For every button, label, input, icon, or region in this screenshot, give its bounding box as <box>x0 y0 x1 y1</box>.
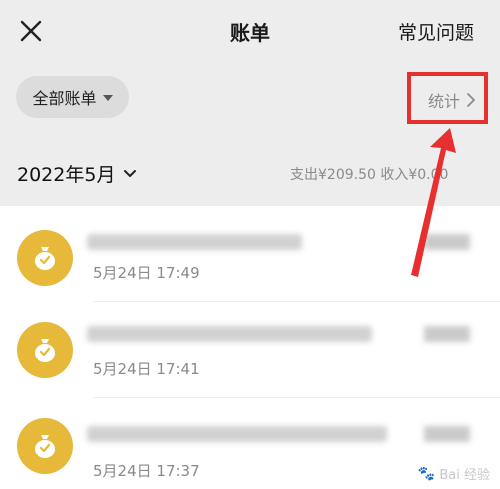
blurred-amount <box>424 234 470 250</box>
transaction-time: 5月24日 17:37 <box>93 462 200 480</box>
paw-icon: 🐾 <box>417 465 436 482</box>
caret-down-icon <box>102 95 113 101</box>
money-bag-icon <box>35 339 55 362</box>
transaction-avatar <box>17 322 73 378</box>
watermark-text: Bai 经验 <box>439 468 490 483</box>
chevron-down-icon <box>124 169 137 177</box>
transaction-time: 5月24日 17:49 <box>93 264 200 282</box>
transaction-list: 5月24日 17:49 5月24日 17:41 5月24日 17:37 <box>0 206 500 489</box>
filter-row: 全部账单 统计 <box>0 62 500 134</box>
bill-filter-dropdown[interactable]: 全部账单 <box>16 76 129 118</box>
transaction-item[interactable]: 5月24日 17:49 <box>0 206 500 302</box>
month-header: 2022年5月 支出¥209.50 收入¥0.00 <box>0 134 500 206</box>
transaction-item[interactable]: 5月24日 17:41 <box>0 302 500 398</box>
faq-link[interactable]: 常见问题 <box>398 18 474 45</box>
blurred-title <box>87 426 387 442</box>
money-bag-icon <box>35 435 55 458</box>
statistics-button[interactable]: 统计 <box>428 88 476 112</box>
transaction-avatar <box>17 418 73 474</box>
blurred-amount <box>424 326 470 342</box>
top-bar: 账单 常见问题 <box>0 0 500 62</box>
blurred-title <box>87 234 302 250</box>
bill-filter-label: 全部账单 <box>32 89 97 108</box>
transaction-time: 5月24日 17:41 <box>93 360 200 378</box>
chevron-right-icon <box>467 93 475 107</box>
blurred-title <box>87 326 372 342</box>
statistics-label: 统计 <box>427 92 460 111</box>
month-summary: 支出¥209.50 收入¥0.00 <box>290 167 449 183</box>
money-bag-icon <box>35 247 55 270</box>
transaction-avatar <box>17 230 73 286</box>
month-label: 2022年5月 <box>17 164 116 186</box>
month-selector[interactable]: 2022年5月 <box>17 160 137 187</box>
blurred-amount <box>424 426 470 442</box>
watermark: 🐾 Bai 经验 <box>417 464 490 484</box>
